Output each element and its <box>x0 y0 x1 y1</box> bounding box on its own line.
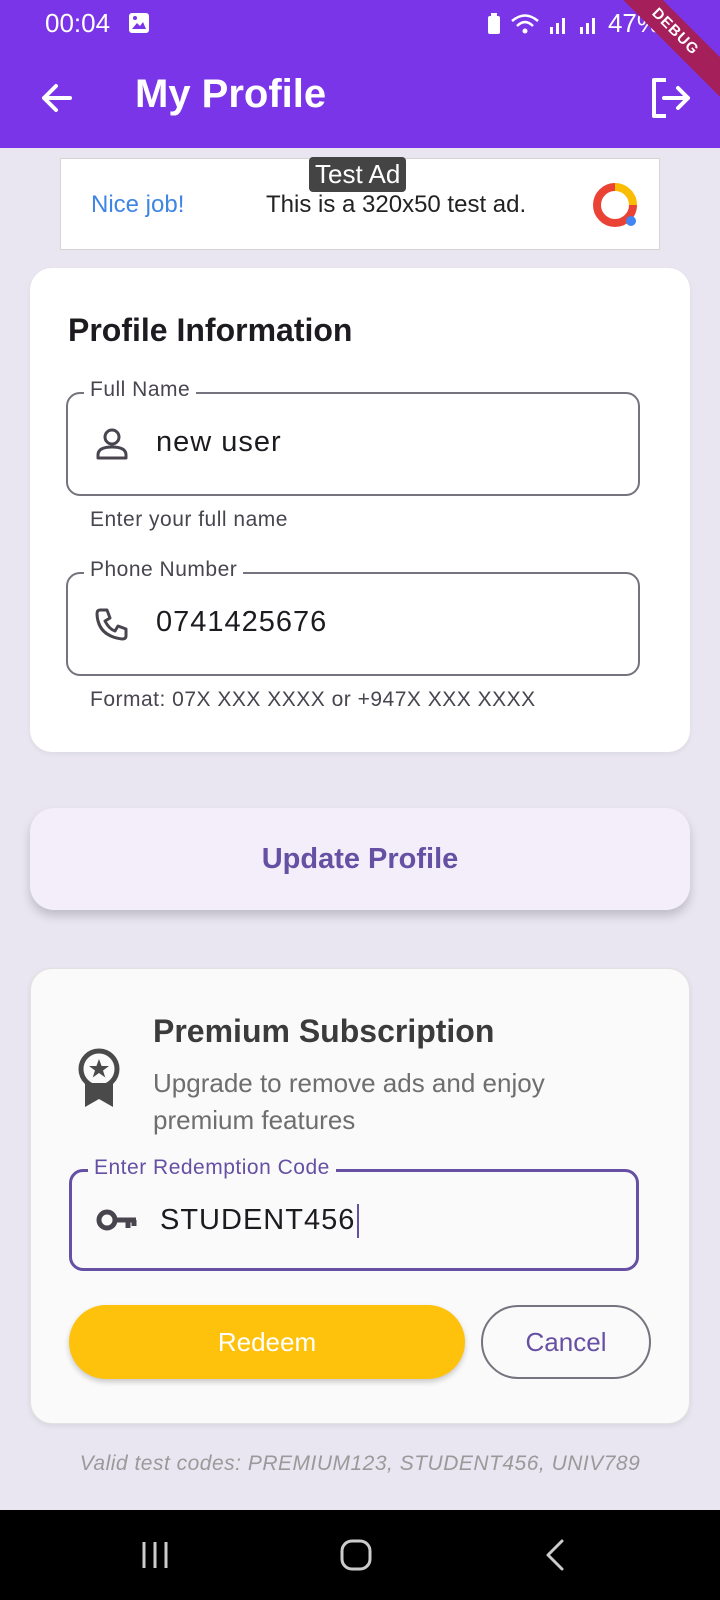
phone-number-label: Phone Number <box>84 558 244 582</box>
image-icon <box>129 13 149 33</box>
wifi-icon <box>511 13 539 33</box>
signal-icon-2 <box>579 17 595 34</box>
phone-number-helper: Format: 07X XXX XXXX or +947X XXX XXXX <box>90 688 536 711</box>
battery-saver-icon <box>487 12 500 34</box>
home-icon[interactable] <box>331 1532 381 1578</box>
update-profile-button[interactable]: Update Profile <box>30 808 690 910</box>
full-name-helper: Enter your full name <box>90 508 288 531</box>
text-cursor <box>357 1204 360 1239</box>
back-arrow-icon[interactable] <box>30 70 86 126</box>
ad-banner[interactable]: Test Ad Nice job! This is a 320x50 test … <box>60 157 660 250</box>
recent-apps-icon[interactable] <box>130 1532 180 1578</box>
logout-icon[interactable] <box>642 70 698 126</box>
ad-text: This is a 320x50 test ad. <box>266 191 527 218</box>
redemption-code-field[interactable]: Enter Redemption Code STUDENT456 <box>69 1156 639 1271</box>
status-right: 47% <box>486 8 660 39</box>
phone-number-value: 0741425676 <box>156 606 328 638</box>
award-badge-icon <box>78 1048 120 1107</box>
full-name-value: new user <box>156 426 282 458</box>
profile-information-card: Profile Information Full Name new user E… <box>30 268 690 752</box>
full-name-field[interactable]: Full Name new user <box>66 378 640 496</box>
premium-title: Premium Subscription <box>153 1013 495 1049</box>
signal-icon <box>549 17 565 34</box>
test-ad-tag: Test Ad <box>309 157 407 192</box>
status-bar: 00:04 47% DEBUG <box>0 0 720 103</box>
cancel-button[interactable]: Cancel <box>481 1305 651 1379</box>
premium-subscription-card: Premium Subscription Upgrade to remove a… <box>30 968 690 1424</box>
phone-icon <box>95 608 128 641</box>
phone-number-field[interactable]: Phone Number 0741425676 <box>66 558 640 676</box>
ad-headline: Nice job! <box>91 191 185 218</box>
status-time: 00:04 <box>45 8 111 38</box>
ad-logo-icon <box>593 183 637 227</box>
profile-info-title: Profile Information <box>68 312 353 348</box>
premium-description: Upgrade to remove ads and enjoy premium … <box>153 1068 545 1135</box>
app-bar: My Profile <box>0 48 720 148</box>
redemption-code-value: STUDENT456 <box>160 1204 360 1239</box>
back-nav-icon[interactable] <box>532 1532 582 1578</box>
redeem-button[interactable]: Redeem <box>69 1305 465 1379</box>
person-icon <box>96 428 128 460</box>
valid-test-codes: Valid test codes: PREMIUM123, STUDENT456… <box>79 1452 641 1475</box>
system-nav-bar <box>0 1510 720 1600</box>
page-title: My Profile <box>135 72 327 116</box>
key-icon <box>96 1209 137 1231</box>
redemption-code-label: Enter Redemption Code <box>88 1156 336 1180</box>
full-name-label: Full Name <box>84 378 197 402</box>
